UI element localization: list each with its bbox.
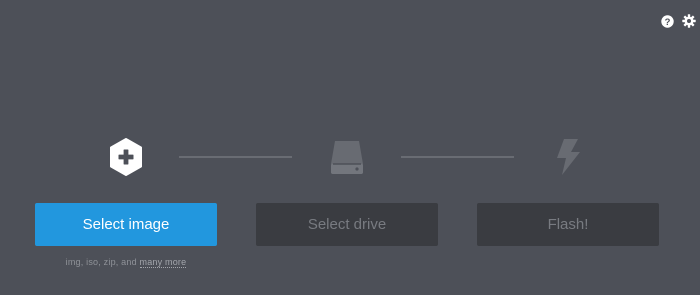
supported-formats-text: img, iso, zip, and xyxy=(65,257,137,267)
svg-text:?: ? xyxy=(664,16,670,27)
many-more-link[interactable]: many more xyxy=(139,257,187,268)
step-connector-2 xyxy=(401,156,514,158)
select-drive-button[interactable]: Select drive xyxy=(256,203,438,246)
lightning-bolt-icon xyxy=(550,138,586,176)
help-icon[interactable]: ? xyxy=(660,14,674,28)
step-connector-1 xyxy=(179,156,292,158)
flash-button[interactable]: Flash! xyxy=(477,203,659,246)
select-image-button[interactable]: Select image xyxy=(35,203,217,246)
hard-drive-icon xyxy=(329,138,365,176)
app-window: ? Select image Select drive Flash! img, … xyxy=(0,0,700,295)
supported-formats: img, iso, zip, and many more xyxy=(35,257,217,268)
top-toolbar: ? xyxy=(660,14,696,28)
plus-hexagon-icon xyxy=(108,138,144,176)
gear-icon[interactable] xyxy=(682,14,696,28)
